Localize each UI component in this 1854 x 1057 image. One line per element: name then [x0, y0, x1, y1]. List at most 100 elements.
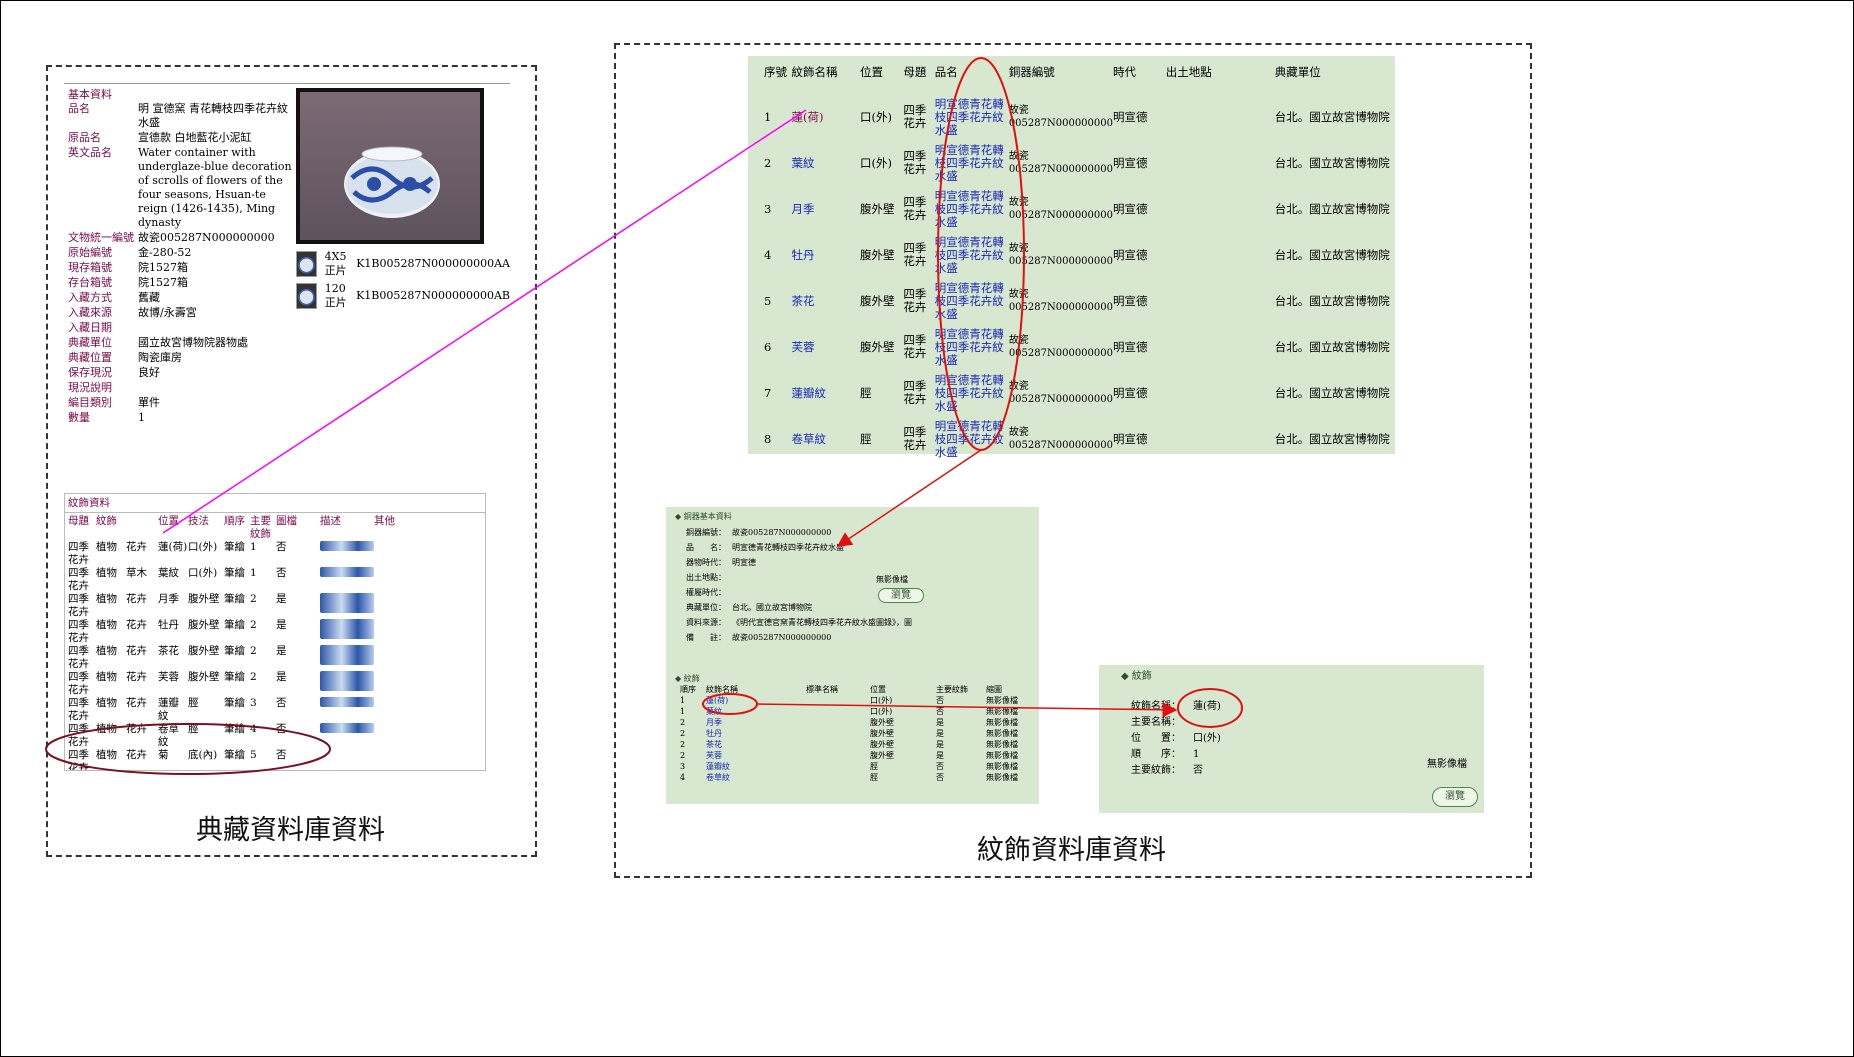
- pattern-cell-name[interactable]: 卷草紋: [792, 416, 861, 462]
- pattern-cell-pos: 口(外): [860, 109, 893, 124]
- bronze-decor-row: 2 芙蓉 腹外壁 是 無影像檔: [680, 750, 1030, 761]
- pattern-image-icon: [320, 567, 374, 577]
- decoration-cell-image[interactable]: [320, 619, 374, 645]
- decor-no-image-label: 無影像檔: [1427, 759, 1467, 770]
- decoration-cell-desc: [374, 749, 434, 770]
- image-type: 120正片: [324, 282, 347, 309]
- decoration-cell-image[interactable]: [320, 697, 374, 723]
- bronze-decor-cell-name[interactable]: 蓮瓣紋: [706, 761, 806, 772]
- decoration-info-title: 紋飾資料: [68, 497, 110, 509]
- decoration-cell-tech: 筆繪: [224, 619, 245, 631]
- pattern-cell-name[interactable]: 蓮瓣紋: [792, 370, 861, 416]
- pattern-cell-name[interactable]: 蓮(荷): [792, 94, 861, 140]
- decoration-row: 四季花卉 植物 花卉 牡丹 腹外壁 筆繪 2 是: [68, 619, 482, 645]
- bronze-decor-cell-main: 否: [936, 762, 944, 771]
- bronze-decor-cell-pos: 口(外): [870, 696, 893, 705]
- decoration-cell-image[interactable]: [320, 567, 374, 593]
- pattern-cell-item[interactable]: 明宣德青花轉枝四季花卉紋水盛: [935, 140, 1009, 186]
- pattern-row: 8 卷草紋脛 四季花卉 明宣德青花轉枝四季花卉紋水盛 故瓷005287N00000000…: [764, 416, 1392, 462]
- pattern-cell-name[interactable]: 茶花: [792, 278, 861, 324]
- bronze-decor-cell-name[interactable]: 牡丹: [706, 728, 806, 739]
- collection-record-panel: 基本資料 品名 明 宣德窯 青花轉枝四季花卉紋水盛 原品名 宣德款 白地藍花小泥缸 英文…: [64, 83, 510, 422]
- pattern-cell-item[interactable]: 明宣德青花轉枝四季花卉紋水盛: [935, 94, 1009, 140]
- field-value: 明 宣德窯 青花轉枝四季花卉紋水盛: [138, 102, 288, 129]
- bronze-field-value: 台北。國立故宮博物院: [732, 603, 812, 612]
- decoration-cell-main: 是: [276, 645, 287, 657]
- decor-view-button[interactable]: 瀏覽: [1432, 787, 1478, 807]
- decoration-cell-sub: 花卉: [126, 749, 147, 761]
- decoration-cell-name: 卷草紋: [158, 723, 179, 748]
- bronze-info-row: 資料來源： 《明代宣德官窯青花轉枝四季花卉紋水盛圖錄》，圖: [686, 617, 916, 628]
- bronze-decor-cell-name[interactable]: 卷草紋: [706, 772, 806, 783]
- bronze-decor-header: 標準名稱: [806, 685, 838, 694]
- bronze-decor-cell-name[interactable]: 月季: [706, 717, 806, 728]
- decoration-header: 技法: [188, 515, 209, 527]
- field-value: Water container with underglaze-blue dec…: [138, 146, 292, 229]
- basic-info-fields: 品名 明 宣德窯 青花轉枝四季花卉紋水盛 原品名 宣德款 白地藍花小泥缸 英文品名 Wat…: [68, 102, 294, 422]
- pattern-cell-era: 明宣德: [1113, 247, 1148, 262]
- pattern-cell-name[interactable]: 芙蓉: [792, 324, 861, 370]
- decoration-cell-image[interactable]: [320, 645, 374, 671]
- pattern-cell-name[interactable]: 牡丹: [792, 232, 861, 278]
- bronze-decor-cell-name[interactable]: 葉紋: [706, 706, 806, 717]
- bronze-decor-cell-std: [806, 772, 870, 783]
- pattern-cell-motif: 四季花卉: [903, 103, 927, 130]
- bronze-decor-cell-name[interactable]: 茶花: [706, 739, 806, 750]
- pattern-cell-id: 故瓷005287N000000000: [1008, 105, 1113, 129]
- pattern-cell-pos: 腹外壁: [860, 293, 895, 308]
- pattern-cell-item[interactable]: 明宣德青花轉枝四季花卉紋水盛: [935, 370, 1009, 416]
- basic-info-row: 典藏位置 陶瓷庫房: [68, 351, 294, 365]
- bronze-decor-cell-thumb: 無影像檔: [986, 762, 1018, 771]
- pattern-image-icon: [320, 645, 374, 665]
- decoration-cell-pos: 口(外): [188, 541, 218, 553]
- field-value: 金-280-52: [138, 246, 192, 259]
- decoration-cell-image[interactable]: [320, 671, 374, 697]
- decoration-cell-name: 菊: [158, 749, 169, 761]
- field-label: 現況說明: [68, 381, 112, 394]
- basic-info-row: 英文品名 Water container with underglaze-blue…: [68, 146, 294, 230]
- bronze-decor-cell-main: 否: [936, 707, 944, 716]
- image-list-item[interactable]: 120正片 K1B005287N000000000AB: [296, 282, 510, 310]
- pattern-cell-pos: 脛: [860, 385, 872, 400]
- bronze-field-label: 銅器編號：: [686, 528, 726, 537]
- basic-info-row: 典藏單位 國立故宮博物院器物處: [68, 336, 294, 350]
- decor-field-value: 口(外): [1193, 733, 1221, 744]
- pattern-cell-item[interactable]: 明宣德青花轉枝四季花卉紋水盛: [935, 278, 1009, 324]
- pattern-image-icon: [320, 541, 374, 551]
- bronze-decor-cell-main: 是: [936, 718, 944, 727]
- pattern-image-icon: [320, 671, 374, 691]
- decoration-cell-desc: [374, 541, 434, 567]
- field-value: 故博/永壽宮: [138, 306, 197, 319]
- decoration-cell-main: 否: [276, 723, 287, 735]
- pattern-row: 6 芙蓉 腹外壁 四季花卉 明宣德青花轉枝四季花卉紋水盛 故瓷005287N0000000…: [764, 324, 1392, 370]
- vessel-thumbnail-icon: [296, 251, 317, 277]
- decoration-cell-image[interactable]: [320, 593, 374, 619]
- decoration-cell-other: [434, 619, 482, 645]
- bronze-info-row: 備 註： 故瓷005287N000000000: [686, 632, 916, 643]
- decoration-cell-image[interactable]: [320, 723, 374, 749]
- decoration-cell-order: 1: [250, 567, 257, 579]
- bronze-decor-cell-name[interactable]: 蓮(荷): [706, 695, 806, 706]
- pattern-cell-item[interactable]: 明宣德青花轉枝四季花卉紋水盛: [935, 232, 1009, 278]
- bronze-decor-cell-name[interactable]: 芙蓉: [706, 750, 806, 761]
- pattern-cell-name[interactable]: 葉紋: [792, 140, 861, 186]
- field-value: 陶瓷庫房: [138, 351, 182, 364]
- decor-detail-row: 位 置： 口(外): [1131, 731, 1331, 747]
- field-label: 數量: [68, 411, 90, 422]
- bronze-decor-header: 順序: [680, 685, 696, 694]
- pattern-cell-item[interactable]: 明宣德青花轉枝四季花卉紋水盛: [935, 416, 1009, 462]
- decoration-cell-image[interactable]: [320, 541, 374, 567]
- pattern-cell-name[interactable]: 月季: [792, 186, 861, 232]
- pattern-cell-item[interactable]: 明宣德青花轉枝四季花卉紋水盛: [935, 186, 1009, 232]
- pattern-cell-item[interactable]: 明宣德青花轉枝四季花卉紋水盛: [935, 324, 1009, 370]
- decoration-header: 其他: [374, 515, 395, 527]
- field-value: 院1527箱: [138, 276, 188, 289]
- decoration-cell-sub: 花卉: [126, 619, 147, 631]
- image-list-item[interactable]: 4X5正片 K1B005287N000000000AA: [296, 250, 510, 278]
- decoration-cell-name: 葉紋: [158, 567, 179, 579]
- decoration-cell-sub: 花卉: [126, 541, 147, 553]
- bronze-view-button[interactable]: 瀏覽: [878, 588, 924, 603]
- field-value: 國立故宮博物院器物處: [138, 336, 248, 349]
- basic-info-row: 編目類別 單件: [68, 396, 294, 410]
- decoration-cell-image[interactable]: [320, 749, 374, 770]
